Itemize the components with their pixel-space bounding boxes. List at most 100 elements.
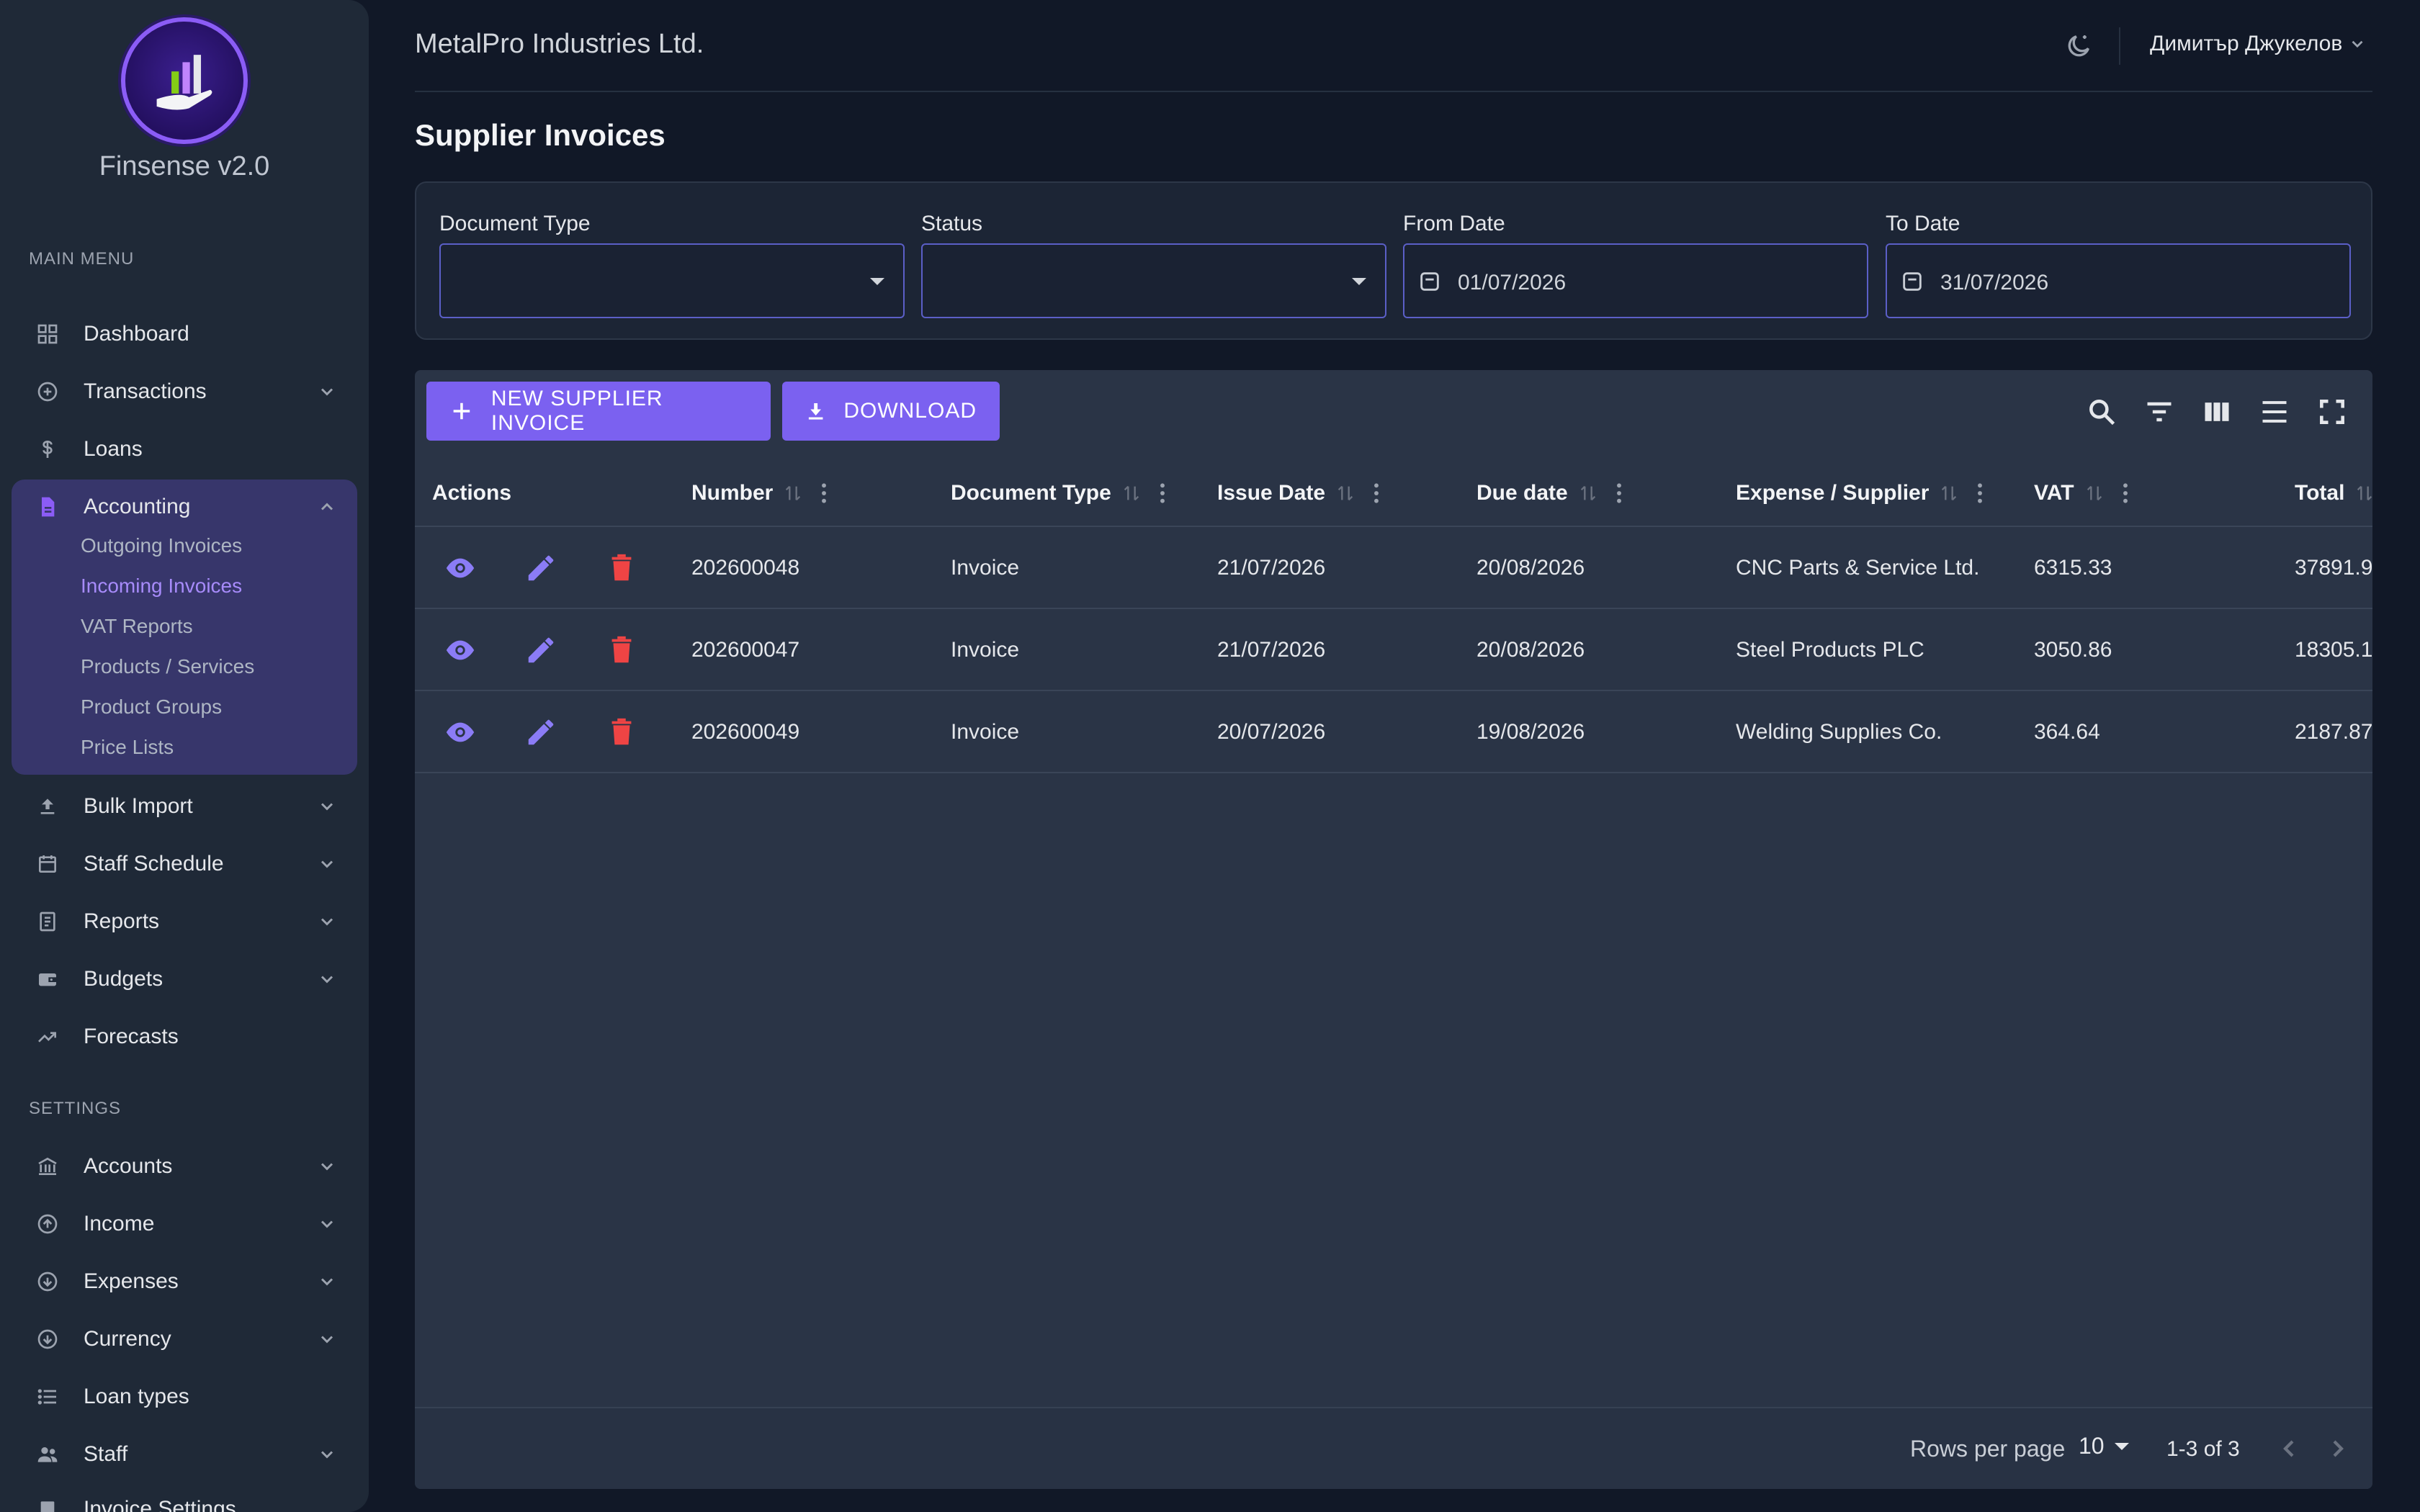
edit-icon[interactable] <box>524 716 557 749</box>
columns-icon[interactable] <box>2201 396 2233 428</box>
search-icon[interactable] <box>2086 396 2118 428</box>
to-date-input[interactable]: 31/07/2026 <box>1886 243 2351 318</box>
sidebar-item-loan-types[interactable]: Loan types <box>29 1375 346 1418</box>
table-row[interactable]: 202600049 Invoice 20/07/2026 19/08/2026 … <box>415 691 2372 773</box>
sidebar-subitem-products-services[interactable]: Products / Services <box>81 655 254 678</box>
sidebar-item-budgets[interactable]: Budgets <box>29 958 346 1001</box>
sidebar-item-label: Staff Schedule <box>84 852 224 876</box>
sidebar-item-staff-schedule[interactable]: Staff Schedule <box>29 842 346 886</box>
view-icon[interactable] <box>444 716 477 749</box>
cell-document-type: Invoice <box>951 556 1020 580</box>
column-menu-icon[interactable] <box>2120 482 2130 505</box>
from-date-input[interactable]: 01/07/2026 <box>1403 243 1868 318</box>
cell-document-type: Invoice <box>951 720 1020 744</box>
logo <box>121 17 248 144</box>
sidebar-item-label: Loan types <box>84 1385 189 1408</box>
view-icon[interactable] <box>444 634 477 667</box>
sort-icon[interactable] <box>2084 483 2105 503</box>
sidebar-item-loans[interactable]: Loans <box>29 428 346 471</box>
list-icon <box>35 1384 60 1410</box>
table-row[interactable]: 202600047 Invoice 21/07/2026 20/08/2026 … <box>415 609 2372 691</box>
sidebar-item-accounts[interactable]: Accounts <box>29 1145 346 1188</box>
rows-per-page-select[interactable]: 10 <box>2079 1433 2129 1459</box>
calendar-icon[interactable] <box>1417 269 1442 294</box>
sidebar-item-income[interactable]: Income <box>29 1202 346 1246</box>
sidebar-item-bulk-import[interactable]: Bulk Import <box>29 785 346 828</box>
sidebar-subitem-product-groups[interactable]: Product Groups <box>81 696 222 719</box>
pagination-range: 1-3 of 3 <box>2166 1437 2240 1461</box>
sidebar-item-forecasts[interactable]: Forecasts <box>29 1015 346 1058</box>
column-menu-icon[interactable] <box>819 482 829 505</box>
view-icon[interactable] <box>444 552 477 585</box>
settings-label: SETTINGS <box>29 1099 122 1118</box>
column-header-total[interactable]: Total <box>2295 481 2372 505</box>
sidebar-subitem-vat-reports[interactable]: VAT Reports <box>81 615 193 638</box>
cell-due-date: 20/08/2026 <box>1476 638 1585 662</box>
edit-icon[interactable] <box>524 634 557 667</box>
calendar-icon[interactable] <box>1900 269 1924 294</box>
cell-supplier: Welding Supplies Co. <box>1736 720 1942 744</box>
chevron-down-icon <box>321 860 333 868</box>
delete-icon[interactable] <box>605 716 638 749</box>
column-menu-icon[interactable] <box>1157 482 1168 505</box>
moon-icon[interactable] <box>2064 32 2093 60</box>
column-menu-icon[interactable] <box>1614 482 1624 505</box>
sidebar-item-reports[interactable]: Reports <box>29 900 346 943</box>
table-row[interactable]: 202600048 Invoice 21/07/2026 20/08/2026 … <box>415 527 2372 609</box>
user-menu[interactable]: Димитър Джукелов <box>2150 32 2367 56</box>
download-button[interactable]: DOWNLOAD <box>782 382 1000 441</box>
column-header-vat[interactable]: VAT <box>2034 481 2130 505</box>
sidebar-item-transactions[interactable]: Transactions <box>29 370 346 413</box>
sidebar-item-currency[interactable]: Currency <box>29 1318 346 1361</box>
sidebar-subitem-incoming-invoices[interactable]: Incoming Invoices <box>81 575 242 598</box>
column-menu-icon[interactable] <box>1371 482 1381 505</box>
company-name: MetalPro Industries Ltd. <box>415 29 704 59</box>
delete-icon[interactable] <box>605 552 638 585</box>
sort-icon[interactable] <box>783 483 803 503</box>
sort-icon[interactable] <box>1939 483 1959 503</box>
status-select[interactable] <box>921 243 1386 318</box>
download-icon <box>808 403 823 420</box>
brand-name: Finsense v2.0 <box>99 151 270 181</box>
sidebar-item-invoice-settings[interactable]: Invoice Settings <box>29 1488 346 1512</box>
sidebar-item-label: Income <box>84 1212 155 1236</box>
new-supplier-invoice-label: NEW SUPPLIER INVOICE <box>490 387 663 435</box>
sort-icon[interactable] <box>1121 483 1142 503</box>
settings-icon <box>35 1496 60 1512</box>
density-icon[interactable] <box>2259 396 2290 428</box>
sidebar-item-staff[interactable]: Staff <box>29 1433 346 1476</box>
sidebar-item-label: Reports <box>84 909 160 933</box>
sidebar-item-label: Staff <box>84 1442 128 1466</box>
new-supplier-invoice-button[interactable]: NEW SUPPLIER INVOICE <box>426 382 771 441</box>
from-date-label: From Date <box>1403 212 1505 235</box>
document-type-select[interactable] <box>439 243 905 318</box>
edit-icon[interactable] <box>524 552 557 585</box>
sidebar-subitem-price-lists[interactable]: Price Lists <box>81 736 174 759</box>
sort-icon[interactable] <box>2354 483 2372 503</box>
sidebar-item-dashboard[interactable]: Dashboard <box>29 312 346 356</box>
next-page-icon[interactable] <box>2323 1434 2352 1463</box>
sidebar-item-label: Dashboard <box>84 322 189 346</box>
sidebar-item-label: Accounts <box>84 1154 173 1178</box>
sidebar-item-label: Currency <box>84 1327 171 1351</box>
sort-icon[interactable] <box>1335 483 1355 503</box>
sidebar-item-accounting[interactable]: Accounting <box>29 485 346 528</box>
column-header-issue-date[interactable]: Issue Date <box>1217 481 1381 505</box>
cell-vat: 364.64 <box>2034 720 2100 744</box>
fullscreen-icon[interactable] <box>2316 396 2348 428</box>
sidebar-subitem-outgoing-invoices[interactable]: Outgoing Invoices <box>81 534 242 557</box>
column-header-supplier[interactable]: Expense / Supplier <box>1736 481 1985 505</box>
people-icon <box>35 1441 60 1467</box>
column-header-due-date[interactable]: Due date <box>1476 481 1624 505</box>
cell-vat: 6315.33 <box>2034 556 2112 580</box>
delete-icon[interactable] <box>605 634 638 667</box>
sidebar-item-expenses[interactable]: Expenses <box>29 1260 346 1303</box>
previous-page-icon[interactable] <box>2275 1434 2303 1463</box>
chevron-down-icon <box>321 918 333 926</box>
column-menu-icon[interactable] <box>1975 482 1985 505</box>
column-header-document-type[interactable]: Document Type <box>951 481 1168 505</box>
sort-icon[interactable] <box>1578 483 1598 503</box>
filter-icon[interactable] <box>2143 396 2175 428</box>
column-header-number[interactable]: Number <box>691 481 829 505</box>
from-date-value: 01/07/2026 <box>1458 271 1567 294</box>
